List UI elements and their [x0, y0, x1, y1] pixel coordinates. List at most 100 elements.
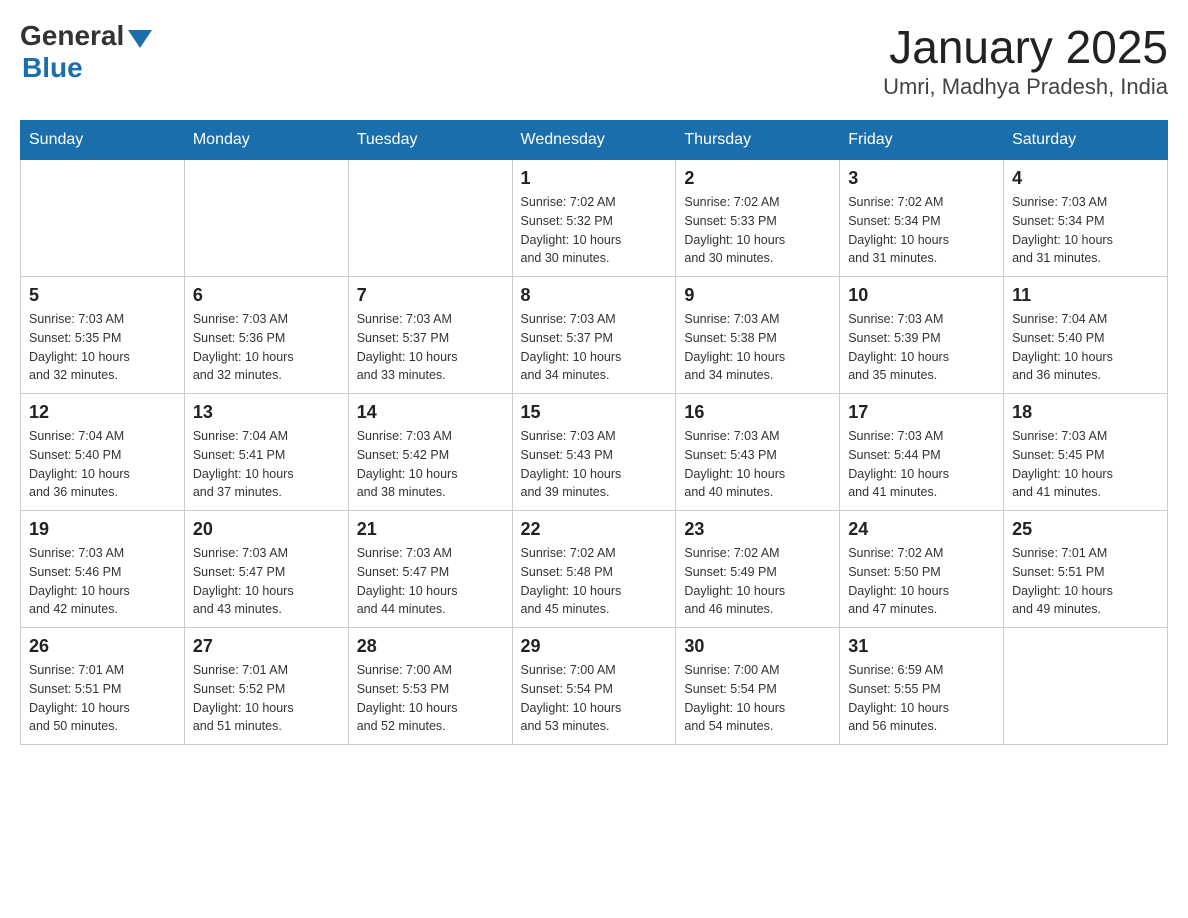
day-number: 10	[848, 285, 995, 306]
calendar-cell: 2 Sunrise: 7:02 AM Sunset: 5:33 PM Daylig…	[676, 160, 840, 277]
calendar-cell: 1 Sunrise: 7:02 AM Sunset: 5:32 PM Daylig…	[512, 160, 676, 277]
calendar-cell: 19 Sunrise: 7:03 AM Sunset: 5:46 PM Dayli…	[21, 511, 185, 628]
day-info: Sunrise: 7:02 AM Sunset: 5:32 PM Dayligh…	[521, 193, 668, 268]
day-info: Sunrise: 7:03 AM Sunset: 5:35 PM Dayligh…	[29, 310, 176, 385]
day-info: Sunrise: 7:04 AM Sunset: 5:41 PM Dayligh…	[193, 427, 340, 502]
calendar-cell: 12 Sunrise: 7:04 AM Sunset: 5:40 PM Dayli…	[21, 394, 185, 511]
day-header-wednesday: Wednesday	[512, 121, 676, 160]
day-info: Sunrise: 7:03 AM Sunset: 5:42 PM Dayligh…	[357, 427, 504, 502]
calendar-cell	[348, 160, 512, 277]
day-number: 3	[848, 168, 995, 189]
day-number: 13	[193, 402, 340, 423]
day-info: Sunrise: 7:00 AM Sunset: 5:53 PM Dayligh…	[357, 661, 504, 736]
day-info: Sunrise: 7:04 AM Sunset: 5:40 PM Dayligh…	[29, 427, 176, 502]
day-number: 28	[357, 636, 504, 657]
day-number: 29	[521, 636, 668, 657]
day-number: 14	[357, 402, 504, 423]
day-info: Sunrise: 7:00 AM Sunset: 5:54 PM Dayligh…	[521, 661, 668, 736]
day-info: Sunrise: 7:03 AM Sunset: 5:45 PM Dayligh…	[1012, 427, 1159, 502]
day-number: 18	[1012, 402, 1159, 423]
day-number: 27	[193, 636, 340, 657]
day-number: 24	[848, 519, 995, 540]
calendar-cell: 4 Sunrise: 7:03 AM Sunset: 5:34 PM Daylig…	[1004, 160, 1168, 277]
page-header: General Blue January 2025 Umri, Madhya P…	[20, 20, 1168, 100]
day-info: Sunrise: 7:03 AM Sunset: 5:34 PM Dayligh…	[1012, 193, 1159, 268]
calendar-cell: 22Sunrise: 7:02 AM Sunset: 5:48 PM Dayli…	[512, 511, 676, 628]
calendar-cell: 8 Sunrise: 7:03 AM Sunset: 5:37 PM Daylig…	[512, 277, 676, 394]
calendar-cell: 17 Sunrise: 7:03 AM Sunset: 5:44 PM Dayli…	[840, 394, 1004, 511]
day-header-friday: Friday	[840, 121, 1004, 160]
calendar-cell: 15 Sunrise: 7:03 AM Sunset: 5:43 PM Dayli…	[512, 394, 676, 511]
day-number: 26	[29, 636, 176, 657]
day-info: Sunrise: 7:03 AM Sunset: 5:37 PM Dayligh…	[357, 310, 504, 385]
day-number: 9	[684, 285, 831, 306]
day-number: 11	[1012, 285, 1159, 306]
calendar-week-row: 1 Sunrise: 7:02 AM Sunset: 5:32 PM Daylig…	[21, 160, 1168, 277]
month-title: January 2025	[883, 20, 1168, 74]
calendar-table: SundayMondayTuesdayWednesdayThursdayFrid…	[20, 120, 1168, 745]
calendar-week-row: 12 Sunrise: 7:04 AM Sunset: 5:40 PM Dayli…	[21, 394, 1168, 511]
day-info: Sunrise: 7:01 AM Sunset: 5:51 PM Dayligh…	[29, 661, 176, 736]
day-number: 20	[193, 519, 340, 540]
calendar-cell: 23 Sunrise: 7:02 AM Sunset: 5:49 PM Dayli…	[676, 511, 840, 628]
calendar-cell: 28 Sunrise: 7:00 AM Sunset: 5:53 PM Dayli…	[348, 628, 512, 745]
calendar-cell	[21, 160, 185, 277]
day-number: 15	[521, 402, 668, 423]
calendar-week-row: 26 Sunrise: 7:01 AM Sunset: 5:51 PM Dayli…	[21, 628, 1168, 745]
calendar-cell: 31 Sunrise: 6:59 AM Sunset: 5:55 PM Dayli…	[840, 628, 1004, 745]
calendar-cell: 16 Sunrise: 7:03 AM Sunset: 5:43 PM Dayli…	[676, 394, 840, 511]
calendar-cell: 26 Sunrise: 7:01 AM Sunset: 5:51 PM Dayli…	[21, 628, 185, 745]
logo-triangle-icon	[128, 30, 152, 48]
day-info: Sunrise: 7:03 AM Sunset: 5:43 PM Dayligh…	[684, 427, 831, 502]
calendar-cell: 10Sunrise: 7:03 AM Sunset: 5:39 PM Dayli…	[840, 277, 1004, 394]
day-header-sunday: Sunday	[21, 121, 185, 160]
day-info: Sunrise: 7:04 AM Sunset: 5:40 PM Dayligh…	[1012, 310, 1159, 385]
day-number: 7	[357, 285, 504, 306]
calendar-cell: 21Sunrise: 7:03 AM Sunset: 5:47 PM Dayli…	[348, 511, 512, 628]
calendar-cell: 25Sunrise: 7:01 AM Sunset: 5:51 PM Dayli…	[1004, 511, 1168, 628]
day-header-tuesday: Tuesday	[348, 121, 512, 160]
day-number: 12	[29, 402, 176, 423]
day-info: Sunrise: 7:03 AM Sunset: 5:47 PM Dayligh…	[357, 544, 504, 619]
calendar-cell: 5 Sunrise: 7:03 AM Sunset: 5:35 PM Daylig…	[21, 277, 185, 394]
day-header-thursday: Thursday	[676, 121, 840, 160]
day-number: 1	[521, 168, 668, 189]
day-number: 17	[848, 402, 995, 423]
day-info: Sunrise: 7:03 AM Sunset: 5:36 PM Dayligh…	[193, 310, 340, 385]
calendar-header-row: SundayMondayTuesdayWednesdayThursdayFrid…	[21, 121, 1168, 160]
calendar-cell: 24Sunrise: 7:02 AM Sunset: 5:50 PM Dayli…	[840, 511, 1004, 628]
day-info: Sunrise: 7:00 AM Sunset: 5:54 PM Dayligh…	[684, 661, 831, 736]
day-number: 4	[1012, 168, 1159, 189]
day-number: 31	[848, 636, 995, 657]
day-number: 30	[684, 636, 831, 657]
calendar-cell: 3Sunrise: 7:02 AM Sunset: 5:34 PM Daylig…	[840, 160, 1004, 277]
day-number: 22	[521, 519, 668, 540]
calendar-cell: 18 Sunrise: 7:03 AM Sunset: 5:45 PM Dayli…	[1004, 394, 1168, 511]
day-number: 2	[684, 168, 831, 189]
calendar-week-row: 19 Sunrise: 7:03 AM Sunset: 5:46 PM Dayli…	[21, 511, 1168, 628]
day-info: Sunrise: 7:01 AM Sunset: 5:51 PM Dayligh…	[1012, 544, 1159, 619]
day-info: Sunrise: 7:03 AM Sunset: 5:38 PM Dayligh…	[684, 310, 831, 385]
day-header-saturday: Saturday	[1004, 121, 1168, 160]
day-number: 19	[29, 519, 176, 540]
day-info: Sunrise: 7:03 AM Sunset: 5:44 PM Dayligh…	[848, 427, 995, 502]
day-info: Sunrise: 7:03 AM Sunset: 5:46 PM Dayligh…	[29, 544, 176, 619]
day-info: Sunrise: 7:02 AM Sunset: 5:49 PM Dayligh…	[684, 544, 831, 619]
day-info: Sunrise: 7:03 AM Sunset: 5:47 PM Dayligh…	[193, 544, 340, 619]
day-number: 8	[521, 285, 668, 306]
calendar-cell: 20 Sunrise: 7:03 AM Sunset: 5:47 PM Dayli…	[184, 511, 348, 628]
day-number: 6	[193, 285, 340, 306]
calendar-cell: 9 Sunrise: 7:03 AM Sunset: 5:38 PM Daylig…	[676, 277, 840, 394]
day-number: 16	[684, 402, 831, 423]
day-info: Sunrise: 7:03 AM Sunset: 5:43 PM Dayligh…	[521, 427, 668, 502]
day-info: Sunrise: 7:02 AM Sunset: 5:33 PM Dayligh…	[684, 193, 831, 268]
calendar-cell: 29 Sunrise: 7:00 AM Sunset: 5:54 PM Dayli…	[512, 628, 676, 745]
calendar-cell: 30 Sunrise: 7:00 AM Sunset: 5:54 PM Dayli…	[676, 628, 840, 745]
calendar-cell: 7 Sunrise: 7:03 AM Sunset: 5:37 PM Daylig…	[348, 277, 512, 394]
day-info: Sunrise: 7:03 AM Sunset: 5:37 PM Dayligh…	[521, 310, 668, 385]
day-number: 5	[29, 285, 176, 306]
logo-blue-text: Blue	[22, 52, 83, 83]
day-info: Sunrise: 6:59 AM Sunset: 5:55 PM Dayligh…	[848, 661, 995, 736]
calendar-cell: 11 Sunrise: 7:04 AM Sunset: 5:40 PM Dayli…	[1004, 277, 1168, 394]
day-number: 23	[684, 519, 831, 540]
